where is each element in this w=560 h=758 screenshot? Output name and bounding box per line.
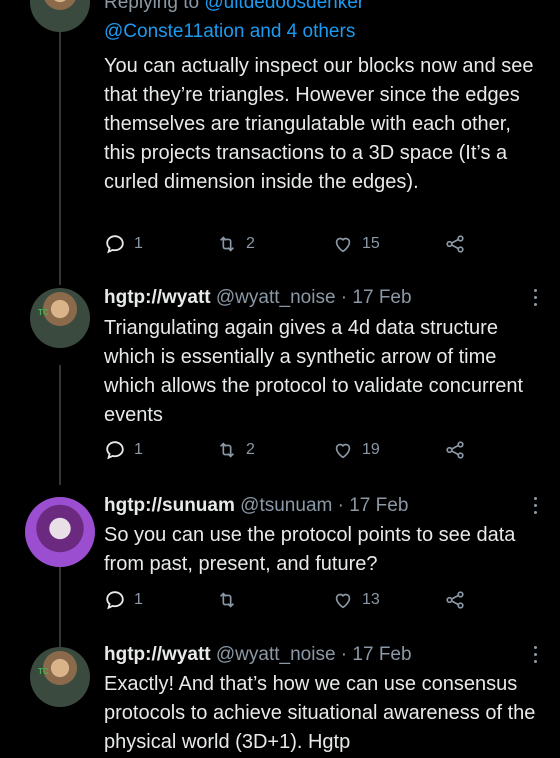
tweet-3[interactable]: TC hgtp://wyatt @wyatt_noise · 17 Feb Ex…: [0, 625, 560, 758]
avatar[interactable]: [25, 497, 95, 567]
retweet-icon: [219, 442, 235, 458]
display-name[interactable]: hgtp://sunuam: [104, 495, 235, 516]
timestamp[interactable]: 17 Feb: [349, 495, 408, 516]
avatar[interactable]: TC: [30, 288, 90, 348]
more-icon[interactable]: [534, 289, 538, 310]
reply-icon: [106, 441, 124, 460]
reply-to: Replying to @ultdedoosdenker: [104, 0, 364, 14]
tweet-header: hgtp://wyatt @wyatt_noise · 17 Feb: [104, 644, 412, 666]
separator: ·: [340, 287, 348, 308]
share-icon: [446, 591, 464, 609]
heart-icon: [335, 593, 351, 609]
tweet-text: So you can use the protocol points to se…: [104, 524, 516, 575]
reply-count: 1: [134, 441, 143, 458]
tweet-2[interactable]: hgtp://sunuam @tsunuam · 17 Feb So you c…: [0, 475, 560, 625]
reply-count: 1: [134, 235, 143, 252]
tweet-0[interactable]: Replying to @ultdedoosdenker @Conste11at…: [0, 0, 560, 275]
reply-button[interactable]: 1: [104, 233, 143, 255]
heart-icon: [335, 237, 351, 253]
avatar[interactable]: TC: [30, 647, 90, 707]
retweet-icon: [219, 592, 235, 608]
reply-mention-top[interactable]: @ultdedoosdenker: [204, 0, 364, 13]
share-button[interactable]: [444, 439, 466, 461]
tweet-actions: 1 13: [104, 589, 484, 615]
timestamp[interactable]: 17 Feb: [352, 644, 411, 665]
avatar-mark: TC: [38, 667, 49, 676]
retweet-button[interactable]: [216, 589, 238, 611]
like-count: 15: [362, 235, 380, 252]
retweet-icon: [219, 236, 235, 252]
tweet-header: hgtp://sunuam @tsunuam · 17 Feb: [104, 495, 408, 517]
tweet-actions: 1 2 15: [104, 233, 484, 259]
reply-icon: [106, 591, 124, 610]
retweet-count: 2: [246, 235, 255, 252]
handle[interactable]: @wyatt_noise: [216, 644, 336, 665]
handle[interactable]: @wyatt_noise: [216, 287, 336, 308]
share-icon: [446, 441, 464, 459]
tweet-text: Triangulating again gives a 4d data stru…: [104, 317, 524, 426]
like-count: 13: [362, 591, 380, 608]
handle[interactable]: @tsunuam: [240, 495, 332, 516]
like-button[interactable]: 13: [332, 589, 380, 611]
separator: ·: [337, 495, 344, 516]
more-icon[interactable]: [534, 646, 538, 667]
retweet-button[interactable]: 2: [216, 439, 255, 461]
display-name[interactable]: hgtp://wyatt: [104, 644, 211, 665]
more-icon[interactable]: [534, 497, 538, 518]
separator: ·: [340, 644, 348, 665]
reply-button[interactable]: 1: [104, 439, 143, 461]
reply-button[interactable]: 1: [104, 589, 143, 611]
tweet-actions: 1 2 19: [104, 439, 484, 465]
retweet-count: 2: [246, 441, 255, 458]
tweet-1[interactable]: TC hgtp://wyatt @wyatt_noise · 17 Feb Tr…: [0, 275, 560, 475]
avatar[interactable]: [30, 0, 90, 32]
like-count: 19: [362, 441, 380, 458]
reply-icon: [106, 235, 124, 254]
reply-mentions[interactable]: @Conste11ation and 4 others: [104, 21, 355, 42]
tweet-text: You can actually inspect our blocks now …: [104, 55, 534, 193]
tweet-text: Exactly! And that’s how we can use conse…: [104, 673, 536, 753]
timestamp[interactable]: 17 Feb: [352, 287, 411, 308]
display-name[interactable]: hgtp://wyatt: [104, 287, 211, 308]
share-icon: [446, 235, 464, 253]
share-button[interactable]: [444, 233, 466, 255]
reply-mention-line[interactable]: @Conste11ation and 4 others: [104, 21, 355, 43]
like-button[interactable]: 15: [332, 233, 380, 255]
like-button[interactable]: 19: [332, 439, 380, 461]
retweet-button[interactable]: 2: [216, 233, 255, 255]
tweet-header: hgtp://wyatt @wyatt_noise · 17 Feb: [104, 287, 412, 309]
reply-prefix: Replying to: [104, 0, 200, 13]
reply-count: 1: [134, 591, 143, 608]
avatar-mark: TC: [38, 308, 49, 317]
heart-icon: [335, 443, 351, 459]
share-button[interactable]: [444, 589, 466, 611]
